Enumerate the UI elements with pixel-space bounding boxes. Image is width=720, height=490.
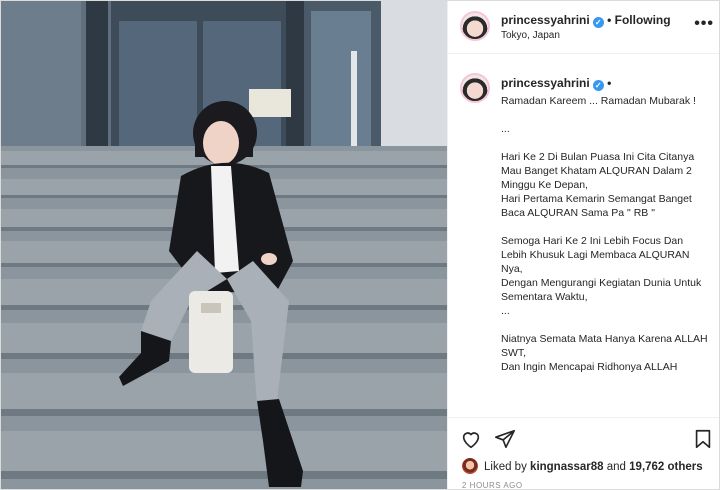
post-header: princessyahrini ✓ • Following Tokyo, Japa…: [448, 1, 719, 54]
verified-badge-icon: ✓: [592, 17, 604, 28]
heart-icon[interactable]: [460, 428, 482, 450]
caption-text: Ramadan Kareem ... Ramadan Mubarak ! ...…: [501, 95, 708, 373]
caption-username-link[interactable]: princessyahrini: [501, 76, 590, 90]
header-username-row: princessyahrini ✓ • Following: [501, 13, 671, 28]
caption-username-row: princessyahrini ✓ •: [501, 76, 611, 91]
post-photo[interactable]: [1, 1, 447, 489]
location-link[interactable]: Tokyo, Japan: [501, 30, 560, 41]
liked-by-prefix: Liked by: [484, 461, 527, 473]
share-icon[interactable]: [494, 428, 516, 450]
post-side-panel: princessyahrini ✓ • Following Tokyo, Japa…: [447, 1, 719, 489]
liker-avatar[interactable]: [462, 458, 478, 474]
caption-area[interactable]: princessyahrini ✓ • Ramadan Kareem ... Ra…: [448, 55, 719, 417]
post-photo-illustration: [1, 1, 447, 489]
verified-badge-icon: ✓: [592, 80, 604, 91]
bookmark-icon[interactable]: [692, 428, 714, 450]
instagram-post-window: princessyahrini ✓ • Following Tokyo, Japa…: [0, 0, 720, 490]
liked-by-others-link[interactable]: 19,762 others: [629, 461, 703, 473]
liked-by-row: Liked by kingnassar88 and 19,762 others: [462, 458, 703, 474]
post-actions: Liked by kingnassar88 and 19,762 others: [448, 417, 719, 489]
following-button[interactable]: Following: [615, 13, 671, 27]
liked-by-and: and: [606, 461, 626, 473]
caption-avatar[interactable]: [460, 73, 490, 103]
separator-dot: •: [607, 76, 612, 90]
post-timestamp[interactable]: 2 HOURS AGO: [462, 481, 523, 489]
more-options-icon[interactable]: •••: [694, 15, 714, 33]
avatar[interactable]: [460, 11, 490, 41]
liked-by-user-link[interactable]: kingnassar88: [530, 461, 604, 473]
username-link[interactable]: princessyahrini: [501, 13, 590, 27]
separator-dot: •: [607, 13, 612, 27]
